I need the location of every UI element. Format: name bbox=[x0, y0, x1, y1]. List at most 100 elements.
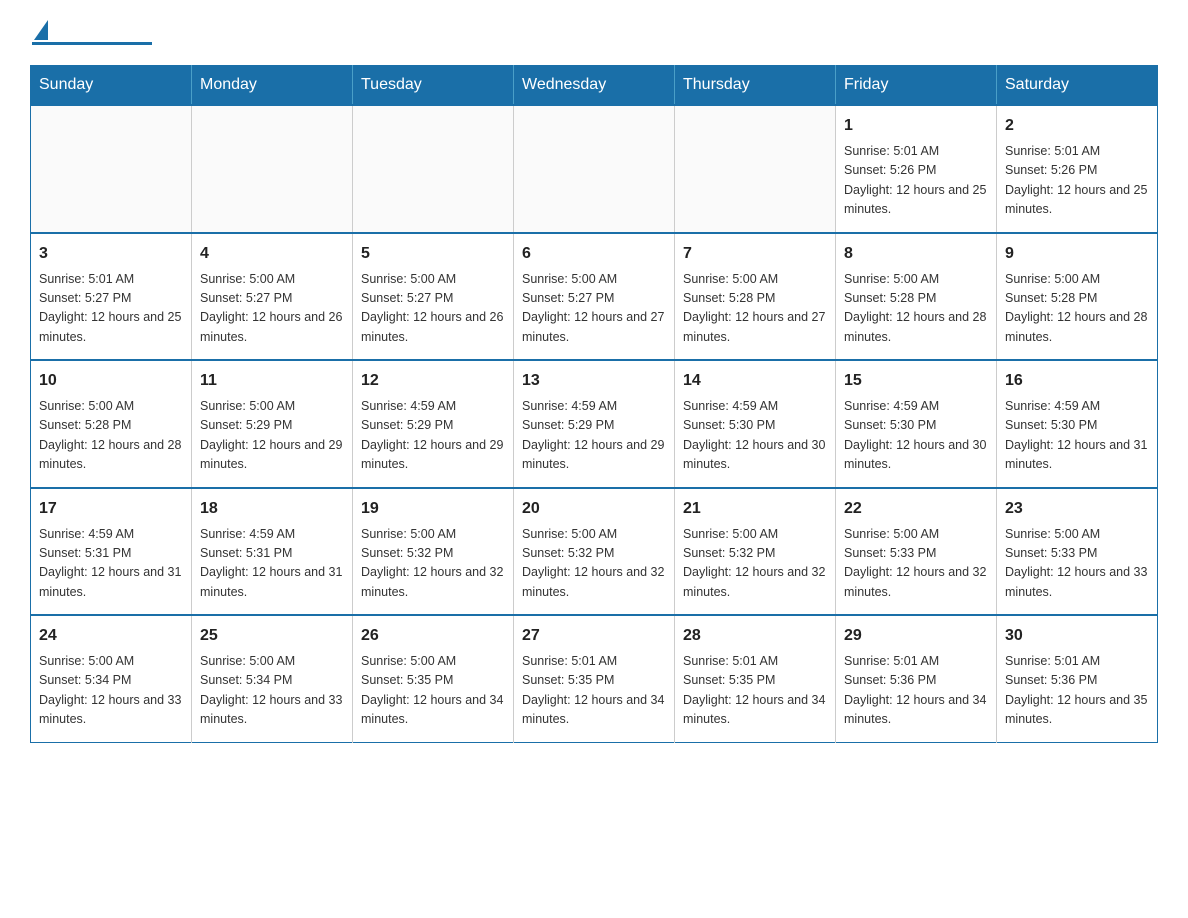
day-info: Sunrise: 5:00 AMSunset: 5:29 PMDaylight:… bbox=[200, 397, 344, 475]
weekday-header-monday: Monday bbox=[192, 66, 353, 106]
day-number: 6 bbox=[522, 242, 666, 266]
day-info: Sunrise: 5:01 AMSunset: 5:36 PMDaylight:… bbox=[844, 652, 988, 730]
day-number: 16 bbox=[1005, 369, 1149, 393]
calendar-cell: 20Sunrise: 5:00 AMSunset: 5:32 PMDayligh… bbox=[514, 488, 675, 616]
calendar-cell: 17 Sunrise: 4:59 AMSunset: 5:31 PMDayligh… bbox=[31, 488, 192, 616]
calendar-week-row: 24 Sunrise: 5:00 AMSunset: 5:34 PMDayligh… bbox=[31, 615, 1158, 742]
day-info: Sunrise: 5:00 AMSunset: 5:28 PMDaylight:… bbox=[39, 397, 183, 475]
day-info: Sunrise: 4:59 AMSunset: 5:31 PMDaylight:… bbox=[39, 525, 183, 603]
day-info: Sunrise: 5:01 AMSunset: 5:35 PMDaylight:… bbox=[522, 652, 666, 730]
day-info: Sunrise: 5:00 AMSunset: 5:33 PMDaylight:… bbox=[1005, 525, 1149, 603]
day-number: 9 bbox=[1005, 242, 1149, 266]
day-info: Sunrise: 5:00 AMSunset: 5:27 PMDaylight:… bbox=[200, 270, 344, 348]
day-number: 25 bbox=[200, 624, 344, 648]
day-info: Sunrise: 5:01 AMSunset: 5:26 PMDaylight:… bbox=[844, 142, 988, 220]
day-info: Sunrise: 5:00 AMSunset: 5:32 PMDaylight:… bbox=[683, 525, 827, 603]
day-number: 19 bbox=[361, 497, 505, 521]
calendar-cell: 19 Sunrise: 5:00 AMSunset: 5:32 PMDayligh… bbox=[353, 488, 514, 616]
day-info: Sunrise: 5:01 AMSunset: 5:35 PMDaylight:… bbox=[683, 652, 827, 730]
day-info: Sunrise: 5:00 AMSunset: 5:34 PMDaylight:… bbox=[39, 652, 183, 730]
calendar-cell: 30 Sunrise: 5:01 AMSunset: 5:36 PMDayligh… bbox=[997, 615, 1158, 742]
day-info: Sunrise: 4:59 AMSunset: 5:31 PMDaylight:… bbox=[200, 525, 344, 603]
day-info: Sunrise: 4:59 AMSunset: 5:29 PMDaylight:… bbox=[522, 397, 666, 475]
day-number: 24 bbox=[39, 624, 183, 648]
day-info: Sunrise: 4:59 AMSunset: 5:30 PMDaylight:… bbox=[1005, 397, 1149, 475]
day-info: Sunrise: 5:00 AMSunset: 5:33 PMDaylight:… bbox=[844, 525, 988, 603]
day-number: 4 bbox=[200, 242, 344, 266]
calendar-cell: 24 Sunrise: 5:00 AMSunset: 5:34 PMDayligh… bbox=[31, 615, 192, 742]
day-number: 2 bbox=[1005, 114, 1149, 138]
calendar-week-row: 1 Sunrise: 5:01 AMSunset: 5:26 PMDaylight… bbox=[31, 105, 1158, 233]
day-number: 8 bbox=[844, 242, 988, 266]
calendar-cell: 14 Sunrise: 4:59 AMSunset: 5:30 PMDayligh… bbox=[675, 360, 836, 488]
calendar-cell: 10Sunrise: 5:00 AMSunset: 5:28 PMDayligh… bbox=[31, 360, 192, 488]
day-info: Sunrise: 5:01 AMSunset: 5:26 PMDaylight:… bbox=[1005, 142, 1149, 220]
calendar-week-row: 3 Sunrise: 5:01 AMSunset: 5:27 PMDaylight… bbox=[31, 233, 1158, 361]
day-number: 18 bbox=[200, 497, 344, 521]
calendar-cell: 8Sunrise: 5:00 AMSunset: 5:28 PMDaylight… bbox=[836, 233, 997, 361]
calendar-cell: 21Sunrise: 5:00 AMSunset: 5:32 PMDayligh… bbox=[675, 488, 836, 616]
calendar-cell: 29 Sunrise: 5:01 AMSunset: 5:36 PMDayligh… bbox=[836, 615, 997, 742]
day-number: 22 bbox=[844, 497, 988, 521]
day-number: 23 bbox=[1005, 497, 1149, 521]
calendar-cell bbox=[31, 105, 192, 233]
calendar-header: SundayMondayTuesdayWednesdayThursdayFrid… bbox=[31, 66, 1158, 106]
calendar-cell: 5 Sunrise: 5:00 AMSunset: 5:27 PMDaylight… bbox=[353, 233, 514, 361]
weekday-header-friday: Friday bbox=[836, 66, 997, 106]
calendar-cell: 27 Sunrise: 5:01 AMSunset: 5:35 PMDayligh… bbox=[514, 615, 675, 742]
day-info: Sunrise: 4:59 AMSunset: 5:30 PMDaylight:… bbox=[683, 397, 827, 475]
day-number: 5 bbox=[361, 242, 505, 266]
day-number: 28 bbox=[683, 624, 827, 648]
weekday-header-saturday: Saturday bbox=[997, 66, 1158, 106]
calendar-cell: 25Sunrise: 5:00 AMSunset: 5:34 PMDayligh… bbox=[192, 615, 353, 742]
day-info: Sunrise: 5:00 AMSunset: 5:32 PMDaylight:… bbox=[522, 525, 666, 603]
calendar-cell: 9 Sunrise: 5:00 AMSunset: 5:28 PMDaylight… bbox=[997, 233, 1158, 361]
day-number: 12 bbox=[361, 369, 505, 393]
calendar-cell: 7 Sunrise: 5:00 AMSunset: 5:28 PMDaylight… bbox=[675, 233, 836, 361]
calendar-cell: 18 Sunrise: 4:59 AMSunset: 5:31 PMDayligh… bbox=[192, 488, 353, 616]
calendar-cell: 4 Sunrise: 5:00 AMSunset: 5:27 PMDaylight… bbox=[192, 233, 353, 361]
day-info: Sunrise: 5:01 AMSunset: 5:27 PMDaylight:… bbox=[39, 270, 183, 348]
calendar-cell bbox=[514, 105, 675, 233]
day-number: 17 bbox=[39, 497, 183, 521]
calendar-cell: 2 Sunrise: 5:01 AMSunset: 5:26 PMDaylight… bbox=[997, 105, 1158, 233]
day-number: 3 bbox=[39, 242, 183, 266]
day-number: 27 bbox=[522, 624, 666, 648]
day-info: Sunrise: 5:01 AMSunset: 5:36 PMDaylight:… bbox=[1005, 652, 1149, 730]
calendar-cell bbox=[353, 105, 514, 233]
day-info: Sunrise: 5:00 AMSunset: 5:28 PMDaylight:… bbox=[683, 270, 827, 348]
weekday-header-wednesday: Wednesday bbox=[514, 66, 675, 106]
day-info: Sunrise: 5:00 AMSunset: 5:27 PMDaylight:… bbox=[522, 270, 666, 348]
day-number: 1 bbox=[844, 114, 988, 138]
calendar-week-row: 10Sunrise: 5:00 AMSunset: 5:28 PMDayligh… bbox=[31, 360, 1158, 488]
weekday-header-row: SundayMondayTuesdayWednesdayThursdayFrid… bbox=[31, 66, 1158, 106]
day-info: Sunrise: 4:59 AMSunset: 5:29 PMDaylight:… bbox=[361, 397, 505, 475]
calendar-cell: 23 Sunrise: 5:00 AMSunset: 5:33 PMDayligh… bbox=[997, 488, 1158, 616]
calendar-week-row: 17 Sunrise: 4:59 AMSunset: 5:31 PMDayligh… bbox=[31, 488, 1158, 616]
calendar-table: SundayMondayTuesdayWednesdayThursdayFrid… bbox=[30, 65, 1158, 743]
day-number: 7 bbox=[683, 242, 827, 266]
calendar-cell bbox=[675, 105, 836, 233]
day-number: 29 bbox=[844, 624, 988, 648]
logo-triangle-icon bbox=[34, 20, 48, 40]
calendar-cell: 26 Sunrise: 5:00 AMSunset: 5:35 PMDayligh… bbox=[353, 615, 514, 742]
day-info: Sunrise: 4:59 AMSunset: 5:30 PMDaylight:… bbox=[844, 397, 988, 475]
calendar-cell: 12 Sunrise: 4:59 AMSunset: 5:29 PMDayligh… bbox=[353, 360, 514, 488]
calendar-cell: 3 Sunrise: 5:01 AMSunset: 5:27 PMDaylight… bbox=[31, 233, 192, 361]
page-header bbox=[30, 20, 1158, 45]
day-number: 11 bbox=[200, 369, 344, 393]
calendar-cell: 15Sunrise: 4:59 AMSunset: 5:30 PMDayligh… bbox=[836, 360, 997, 488]
weekday-header-tuesday: Tuesday bbox=[353, 66, 514, 106]
day-number: 13 bbox=[522, 369, 666, 393]
calendar-cell: 6 Sunrise: 5:00 AMSunset: 5:27 PMDaylight… bbox=[514, 233, 675, 361]
day-info: Sunrise: 5:00 AMSunset: 5:35 PMDaylight:… bbox=[361, 652, 505, 730]
day-number: 30 bbox=[1005, 624, 1149, 648]
calendar-cell: 13 Sunrise: 4:59 AMSunset: 5:29 PMDayligh… bbox=[514, 360, 675, 488]
day-number: 26 bbox=[361, 624, 505, 648]
day-number: 14 bbox=[683, 369, 827, 393]
day-info: Sunrise: 5:00 AMSunset: 5:27 PMDaylight:… bbox=[361, 270, 505, 348]
calendar-cell bbox=[192, 105, 353, 233]
day-info: Sunrise: 5:00 AMSunset: 5:28 PMDaylight:… bbox=[1005, 270, 1149, 348]
weekday-header-thursday: Thursday bbox=[675, 66, 836, 106]
day-info: Sunrise: 5:00 AMSunset: 5:32 PMDaylight:… bbox=[361, 525, 505, 603]
